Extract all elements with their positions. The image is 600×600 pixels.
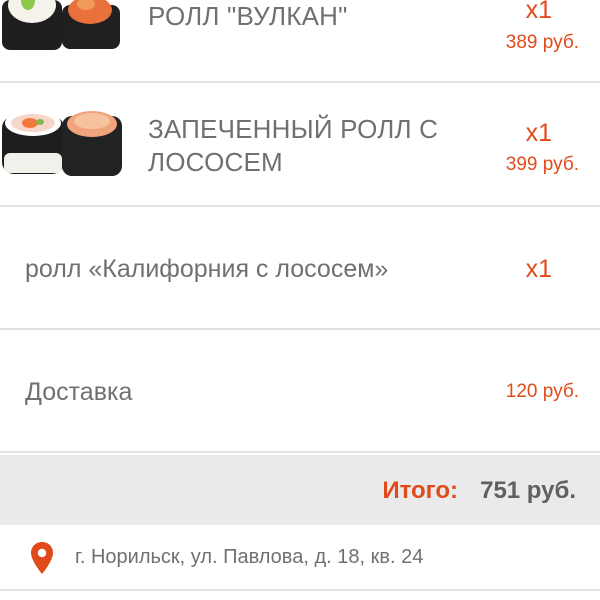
item-thumbnail bbox=[0, 83, 122, 205]
order-item-row[interactable]: ЗАПЕЧЕННЫЙ РОЛЛ С ЛОСОСЕМ x1 399 руб. bbox=[0, 83, 600, 207]
item-name: РОЛЛ "ВУЛКАН" bbox=[148, 1, 348, 31]
location-pin-icon bbox=[31, 542, 53, 574]
item-quantity: x1 bbox=[525, 0, 552, 24]
item-name: ЗАПЕЧЕННЫЙ РОЛЛ С ЛОСОСЕМ bbox=[148, 114, 439, 177]
item-name: ролл «Калифорния с лососем» bbox=[25, 255, 389, 283]
item-price: 389 руб. bbox=[505, 32, 579, 53]
delivery-row: Доставка 120 руб. bbox=[0, 330, 600, 453]
total-value: 751 руб. bbox=[480, 477, 576, 504]
address-text: г. Норильск, ул. Павлова, д. 18, кв. 24 bbox=[75, 546, 424, 568]
order-item-row[interactable]: РОЛЛ "ВУЛКАН" x1 389 руб. bbox=[0, 0, 600, 83]
item-thumbnail bbox=[0, 0, 122, 81]
order-item-row[interactable]: ролл «Калифорния с лососем» x1 bbox=[0, 207, 600, 330]
item-price: 399 руб. bbox=[505, 154, 579, 175]
delivery-address-row[interactable]: г. Норильск, ул. Павлова, д. 18, кв. 24 bbox=[0, 525, 600, 591]
item-quantity: x1 bbox=[525, 119, 552, 147]
total-label: Итого: bbox=[382, 477, 458, 504]
delivery-label: Доставка bbox=[25, 378, 133, 406]
item-quantity: x1 bbox=[525, 255, 552, 283]
delivery-price: 120 руб. bbox=[505, 381, 579, 402]
order-summary-screen: РОЛЛ "ВУЛКАН" x1 389 руб. ЗАПЕЧЕННЫЙ РОЛ… bbox=[0, 0, 600, 600]
order-total-bar: Итого: 751 руб. bbox=[0, 455, 600, 525]
